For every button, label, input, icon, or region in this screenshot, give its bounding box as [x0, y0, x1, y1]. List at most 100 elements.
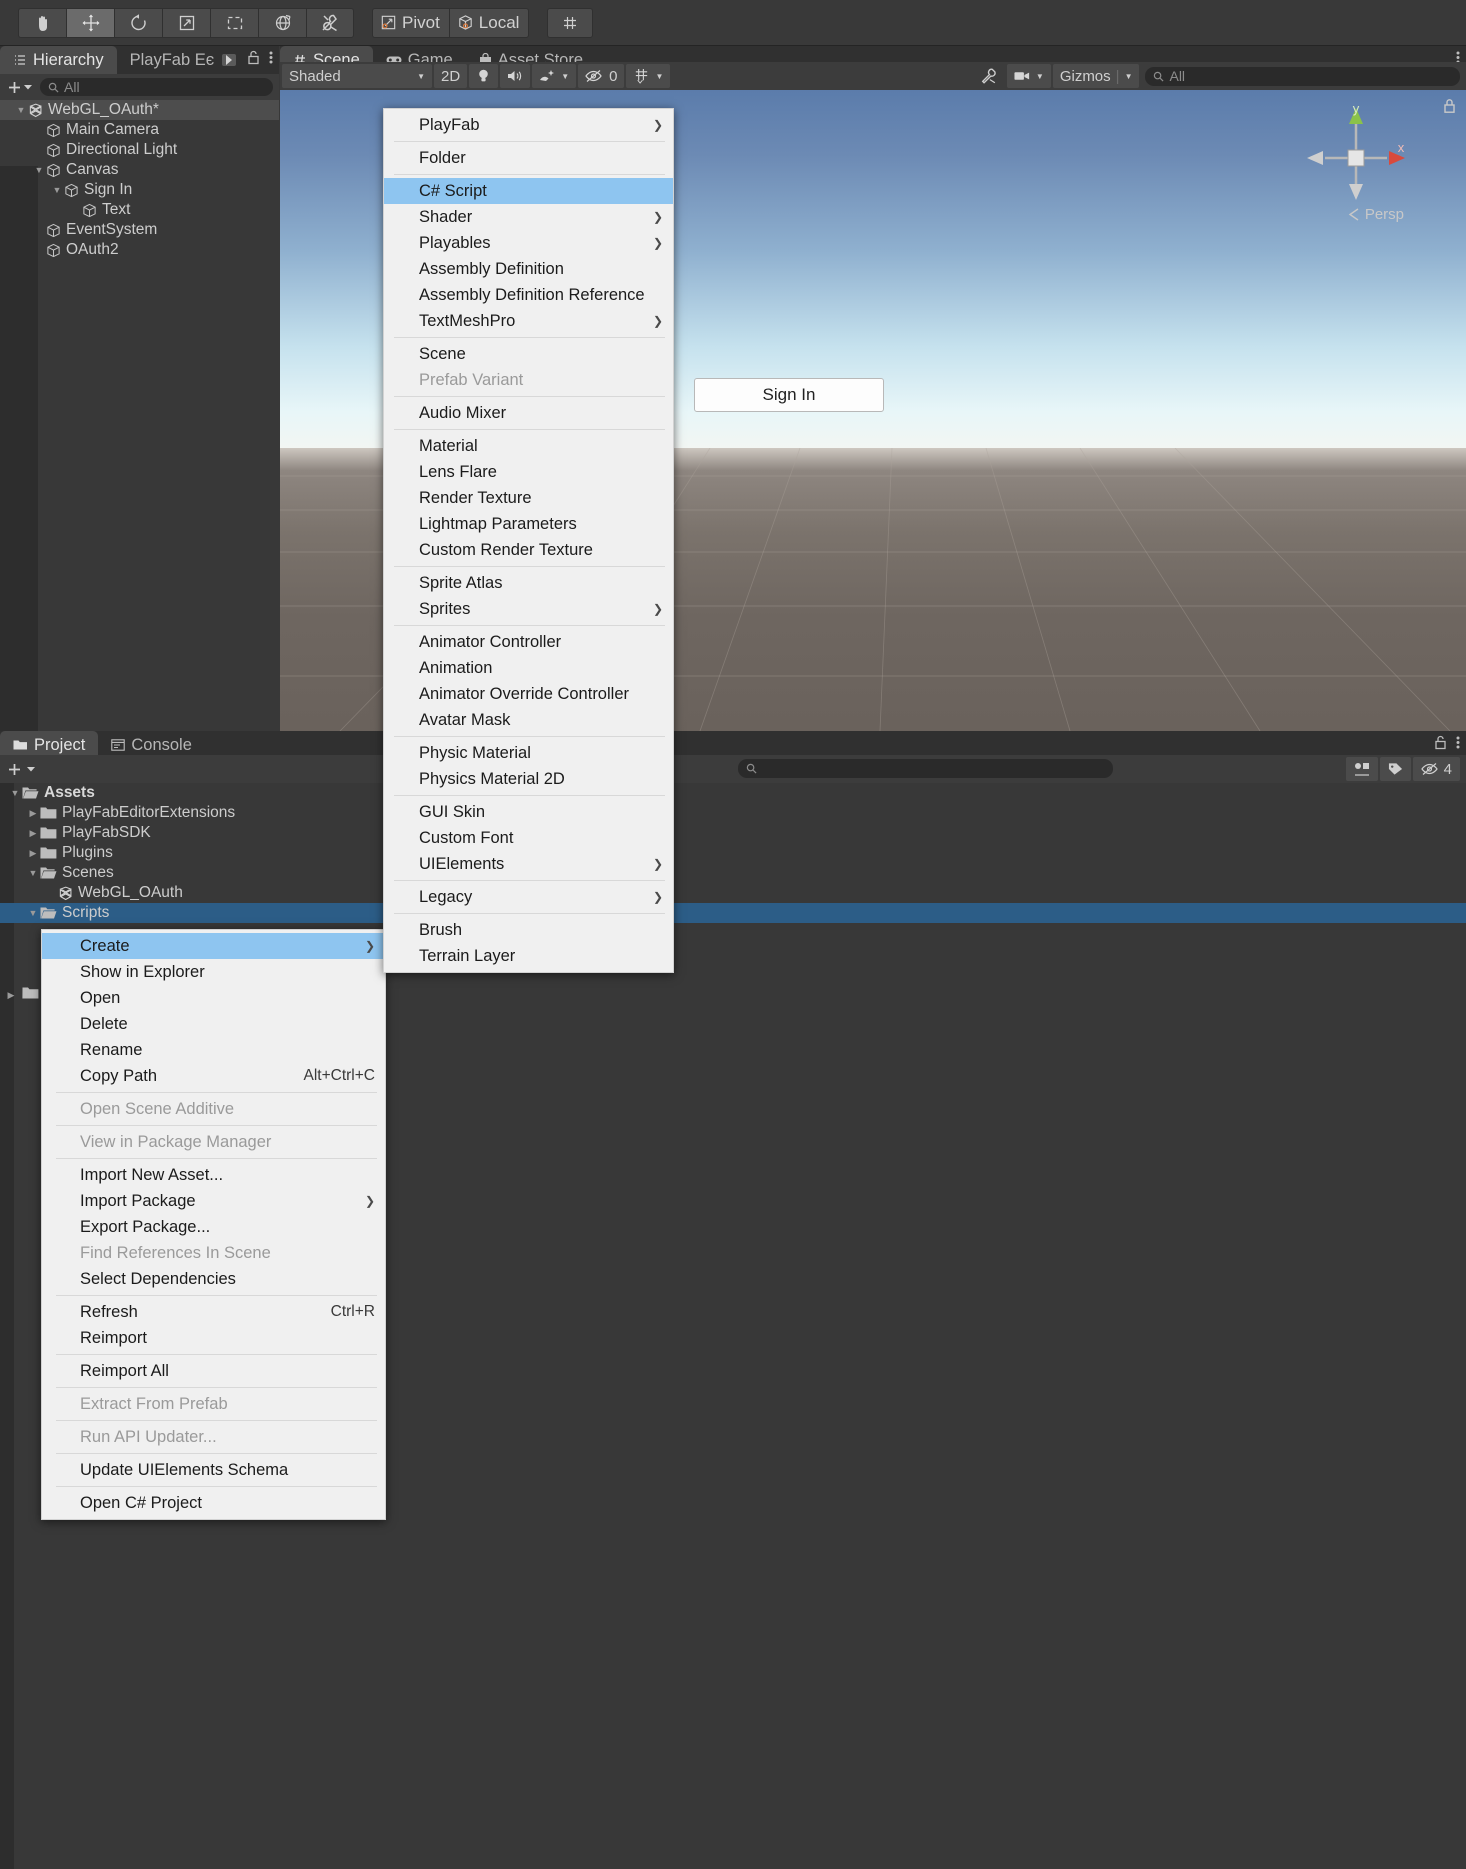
context-menu-item[interactable]: RefreshCtrl+R [42, 1299, 385, 1325]
rotate-tool-button[interactable] [114, 8, 162, 38]
lighting-toggle-button[interactable] [469, 64, 498, 88]
create-submenu-item[interactable]: Audio Mixer [384, 400, 673, 426]
hierarchy-row[interactable]: ▼Sign In [0, 180, 279, 200]
custom-tool-button[interactable] [306, 8, 354, 38]
lock-icon[interactable] [247, 50, 260, 70]
2d-toggle-button[interactable]: 2D [434, 64, 467, 88]
context-menu-item[interactable]: Open [42, 985, 385, 1011]
local-toggle-button[interactable]: Local [449, 8, 530, 38]
transform-tool-button[interactable] [258, 8, 306, 38]
tab-playfab-editor[interactable]: PlayFab Eє [117, 46, 250, 74]
context-menu-item[interactable]: Rename [42, 1037, 385, 1063]
hierarchy-row[interactable]: ▼WebGL_OAuth* [0, 100, 279, 120]
create-submenu-item[interactable]: Avatar Mask [384, 707, 673, 733]
context-menu-item[interactable]: Update UIElements Schema [42, 1457, 385, 1483]
search-by-type-button[interactable] [1346, 757, 1378, 781]
create-submenu-item[interactable]: Brush [384, 917, 673, 943]
context-menu-item[interactable]: Export Package... [42, 1214, 385, 1240]
create-submenu-item[interactable]: C# Script [384, 178, 673, 204]
project-row[interactable]: ▼Assets [0, 783, 1466, 803]
hierarchy-row[interactable]: EventSystem [0, 220, 279, 240]
project-search-input[interactable] [738, 759, 1113, 778]
context-menu-item[interactable]: Open C# Project [42, 1490, 385, 1516]
chevron-down-icon[interactable]: ▼ [655, 72, 663, 81]
context-menu-item[interactable]: Copy PathAlt+Ctrl+C [42, 1063, 385, 1089]
pivot-toggle-button[interactable]: Pivot [372, 8, 449, 38]
create-submenu-item[interactable]: Sprites❯ [384, 596, 673, 622]
context-menu-item[interactable]: Import Package❯ [42, 1188, 385, 1214]
project-add-button[interactable] [6, 761, 35, 778]
project-row[interactable]: WebGL_OAuth [0, 883, 1466, 903]
rect-tool-button[interactable] [210, 8, 258, 38]
context-menu-item[interactable]: Import New Asset... [42, 1162, 385, 1188]
grid-snap-button[interactable] [547, 8, 593, 38]
create-submenu-item[interactable]: Custom Font [384, 825, 673, 851]
twisty-down-icon[interactable]: ▼ [26, 868, 40, 878]
project-row[interactable]: ▼Scripts [0, 903, 1466, 923]
camera-settings-button[interactable]: ▼ [1007, 64, 1051, 88]
panel-menu-icon[interactable] [269, 50, 273, 70]
context-menu-item[interactable]: Select Dependencies [42, 1266, 385, 1292]
lock-icon[interactable] [1434, 735, 1447, 755]
create-submenu-item[interactable]: Physic Material [384, 740, 673, 766]
twisty-down-icon[interactable]: ▼ [8, 788, 22, 798]
move-tool-button[interactable] [66, 8, 114, 38]
hierarchy-row[interactable]: ▼Canvas [0, 160, 279, 180]
search-by-label-button[interactable] [1380, 757, 1411, 781]
context-menu-item[interactable]: Show in Explorer [42, 959, 385, 985]
create-submenu-item[interactable]: Terrain Layer [384, 943, 673, 969]
hierarchy-add-button[interactable] [6, 79, 32, 96]
hierarchy-row[interactable]: Text [0, 200, 279, 220]
scene-visibility-button[interactable]: 0 [578, 64, 624, 88]
create-submenu-item[interactable]: TextMeshPro❯ [384, 308, 673, 334]
create-submenu-item[interactable]: Sprite Atlas [384, 570, 673, 596]
chevron-down-icon[interactable]: ▼ [561, 72, 569, 81]
twisty-down-icon[interactable]: ▼ [50, 185, 64, 195]
chevron-right-icon[interactable] [222, 54, 236, 66]
sign-in-button[interactable]: Sign In [694, 378, 884, 412]
scene-tools-button[interactable] [973, 64, 1005, 88]
grid-visibility-button[interactable]: ▼ [626, 64, 670, 88]
chevron-down-icon[interactable]: ▼ [1125, 72, 1133, 81]
hierarchy-row[interactable]: Main Camera [0, 120, 279, 140]
create-submenu-item[interactable]: Render Texture [384, 485, 673, 511]
twisty-right-icon[interactable]: ▶ [26, 828, 40, 839]
project-tree-extra-row[interactable]: ▶ [0, 985, 39, 1005]
create-submenu-item[interactable]: Animator Override Controller [384, 681, 673, 707]
hierarchy-row[interactable]: Directional Light [0, 140, 279, 160]
scene-view-gizmo[interactable]: y x [1301, 100, 1411, 220]
context-menu-item[interactable]: Reimport [42, 1325, 385, 1351]
project-row[interactable]: ▶PlayFabSDK [0, 823, 1466, 843]
create-submenu-item[interactable]: Lens Flare [384, 459, 673, 485]
create-submenu-item[interactable]: Playables❯ [384, 230, 673, 256]
gizmos-dropdown[interactable]: Gizmos | ▼ [1053, 64, 1140, 88]
scale-tool-button[interactable] [162, 8, 210, 38]
create-submenu-item[interactable]: Material [384, 433, 673, 459]
project-row[interactable]: ▶Plugins [0, 843, 1466, 863]
draw-mode-dropdown[interactable]: Shaded ▼ [282, 64, 432, 88]
project-visibility-button[interactable]: 4 [1413, 757, 1460, 781]
create-submenu-item[interactable]: Lightmap Parameters [384, 511, 673, 537]
create-submenu-item[interactable]: Folder [384, 145, 673, 171]
create-submenu-item[interactable]: Legacy❯ [384, 884, 673, 910]
gizmo-search-input[interactable]: All [1145, 67, 1460, 86]
effects-toggle-button[interactable]: ▼ [532, 64, 576, 88]
twisty-down-icon[interactable]: ▼ [14, 105, 28, 115]
twisty-down-icon[interactable]: ▼ [32, 165, 46, 175]
create-submenu-item[interactable]: Assembly Definition [384, 256, 673, 282]
project-row[interactable]: ▶PlayFabEditorExtensions [0, 803, 1466, 823]
scene-lock-icon[interactable] [1443, 98, 1456, 119]
context-menu-item[interactable]: Create❯ [42, 933, 385, 959]
hierarchy-search-input[interactable]: All [40, 78, 273, 96]
tab-hierarchy[interactable]: Hierarchy [0, 46, 117, 74]
hand-tool-button[interactable] [18, 8, 66, 38]
twisty-down-icon[interactable]: ▼ [26, 908, 40, 918]
create-submenu-item[interactable]: Scene [384, 341, 673, 367]
create-submenu-item[interactable]: Assembly Definition Reference [384, 282, 673, 308]
panel-menu-icon[interactable] [1456, 735, 1460, 755]
create-submenu-item[interactable]: Custom Render Texture [384, 537, 673, 563]
audio-toggle-button[interactable] [500, 64, 530, 88]
create-submenu-item[interactable]: GUI Skin [384, 799, 673, 825]
twisty-right-icon[interactable]: ▶ [26, 848, 40, 859]
twisty-right-icon[interactable]: ▶ [26, 808, 40, 819]
